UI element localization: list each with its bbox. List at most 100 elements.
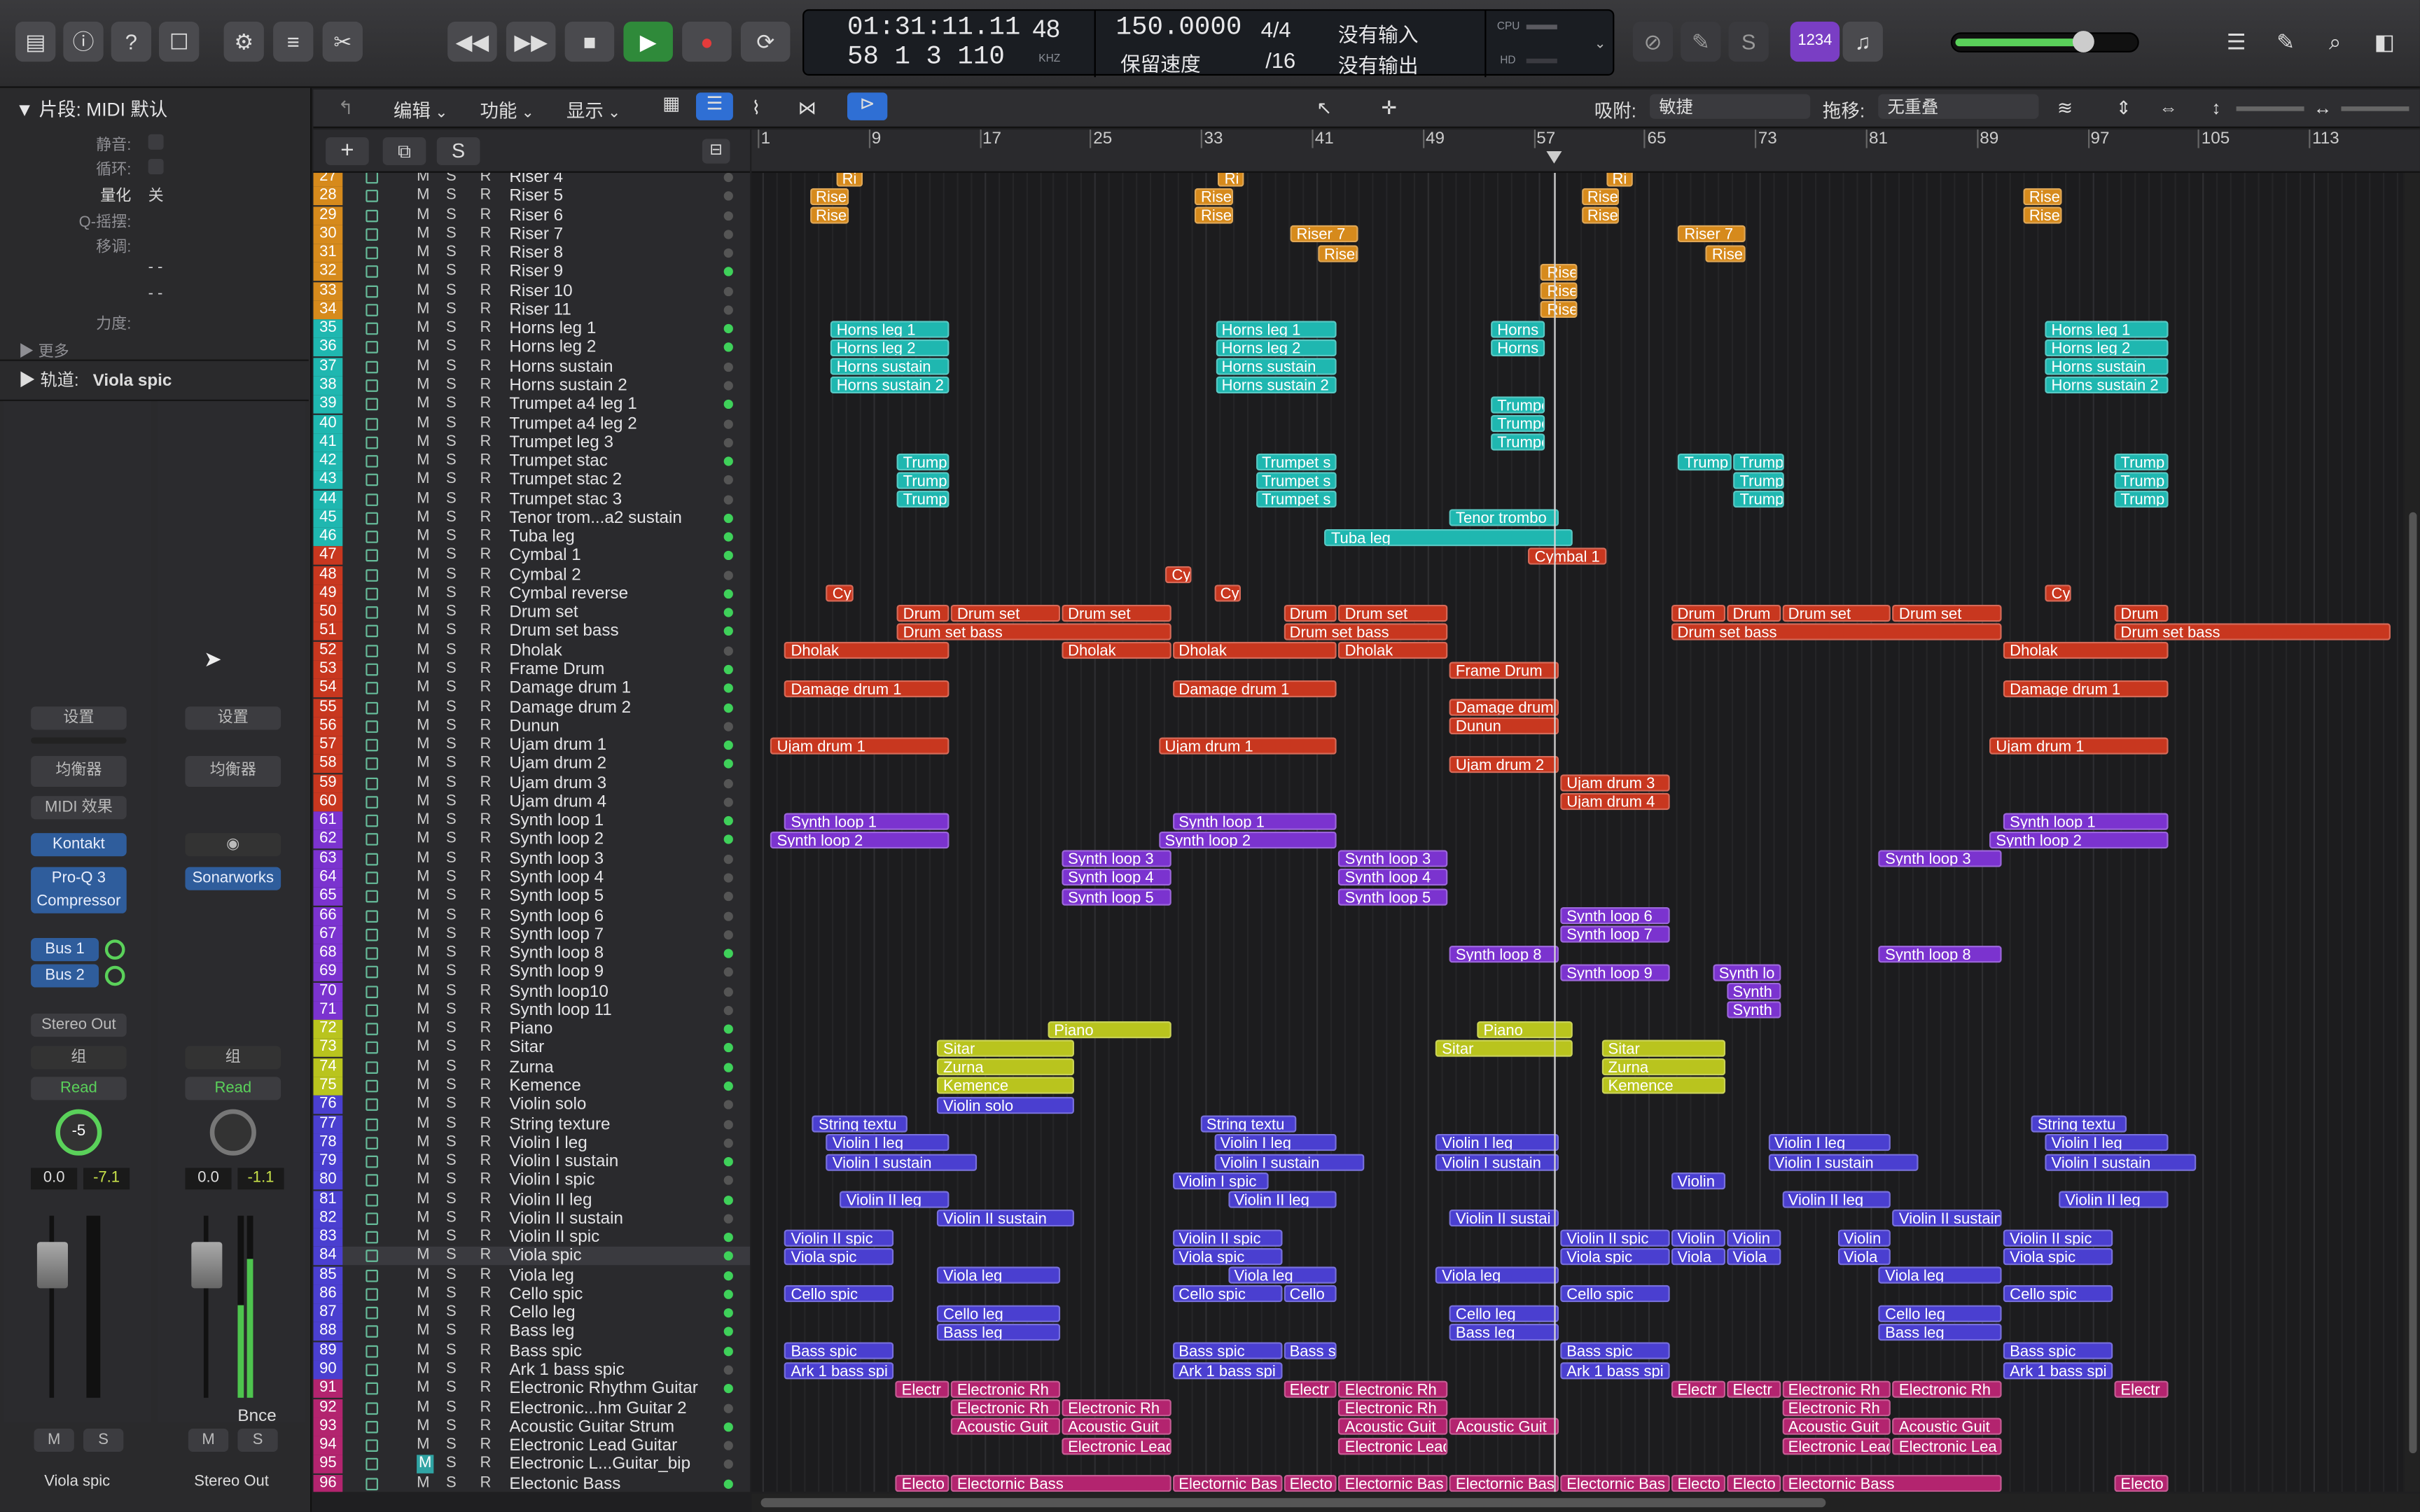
mute-button[interactable]: M bbox=[417, 1077, 429, 1095]
record-enable-button[interactable]: R bbox=[480, 1228, 491, 1247]
solo-button[interactable]: S bbox=[446, 1001, 457, 1019]
help-icon[interactable]: ? bbox=[111, 21, 151, 62]
solo-button[interactable]: S bbox=[446, 641, 457, 659]
inspector-row-value[interactable]: - - bbox=[148, 286, 163, 302]
inspector-row-value[interactable]: - - bbox=[148, 259, 163, 276]
track-row[interactable]: 78 M S R Violin I leg bbox=[313, 1133, 750, 1152]
region[interactable]: Ark 1 bass spi bbox=[1172, 1362, 1282, 1379]
mute-button[interactable]: M bbox=[417, 490, 429, 508]
region[interactable]: Drum set bass bbox=[896, 623, 1171, 640]
solo-button[interactable]: S bbox=[446, 1096, 457, 1114]
region[interactable]: Drum set bbox=[951, 604, 1061, 622]
mute-button[interactable]: M bbox=[417, 1247, 429, 1266]
region[interactable]: Electo bbox=[2114, 1475, 2169, 1492]
region[interactable]: Bass spic bbox=[1172, 1342, 1282, 1360]
track-row[interactable]: 89 M S R Bass spic bbox=[313, 1341, 750, 1361]
region[interactable]: String textu bbox=[812, 1115, 908, 1133]
mute-button[interactable]: M bbox=[417, 1191, 429, 1209]
track-row[interactable]: 64 M S R Synth loop 4 bbox=[313, 868, 750, 888]
region[interactable]: Synth loop 9 bbox=[1560, 964, 1670, 981]
region[interactable]: Sitar bbox=[937, 1040, 1074, 1057]
region[interactable]: Cy bbox=[826, 585, 854, 603]
region[interactable]: Electornic Bas bbox=[1560, 1475, 1670, 1492]
stop-icon[interactable]: ■ bbox=[564, 21, 615, 62]
track-row[interactable]: 50 M S R Drum set bbox=[313, 603, 750, 622]
region[interactable]: Synth bbox=[1726, 1002, 1781, 1019]
region[interactable]: Trump bbox=[2114, 491, 2169, 508]
mute-button[interactable]: M bbox=[417, 1133, 429, 1152]
region[interactable]: Electronic Lead G bbox=[1338, 1437, 1448, 1455]
record-enable-button[interactable]: R bbox=[480, 1361, 491, 1379]
region[interactable]: Viola leg bbox=[1435, 1266, 1559, 1284]
note-pad-icon[interactable]: ✎ bbox=[2265, 22, 2305, 62]
link-icon[interactable]: ◉ bbox=[185, 833, 281, 857]
mute-button[interactable]: M bbox=[417, 603, 429, 622]
region[interactable]: Violin II spic bbox=[2003, 1228, 2113, 1246]
solo-button[interactable]: S bbox=[446, 173, 457, 187]
track-row[interactable]: 51 M S R Drum set bass bbox=[313, 622, 750, 641]
fit-vertical-icon[interactable]: ⇕ bbox=[2116, 97, 2132, 119]
region-inspector-title[interactable]: ▼ 片段: MIDI 默认 bbox=[15, 96, 167, 122]
record-enable-button[interactable]: R bbox=[480, 869, 491, 887]
region[interactable]: Violin II sustain bbox=[937, 1210, 1074, 1227]
track-row[interactable]: 84 M S R Viola spic bbox=[313, 1247, 751, 1266]
region[interactable]: Synth loop 1 bbox=[2003, 812, 2169, 830]
lcd-menu-chevron-icon[interactable]: ⌄ bbox=[1594, 36, 1606, 52]
region[interactable]: Sitar bbox=[1435, 1040, 1573, 1057]
solo-button[interactable]: S bbox=[446, 622, 457, 640]
send-1-knob[interactable] bbox=[104, 939, 125, 960]
solo-button[interactable]: S bbox=[446, 1436, 457, 1455]
mute-button[interactable]: M bbox=[417, 187, 429, 205]
solo-button[interactable]: S bbox=[446, 660, 457, 678]
region[interactable]: Ark 1 bass spi bbox=[1560, 1362, 1670, 1379]
record-enable-button[interactable]: R bbox=[480, 1077, 491, 1095]
mute-button[interactable]: M bbox=[417, 584, 429, 603]
region[interactable]: Cello leg bbox=[937, 1304, 1061, 1322]
mute-button[interactable]: M bbox=[417, 831, 429, 849]
record-enable-button[interactable]: R bbox=[480, 793, 491, 811]
solo-button[interactable]: S bbox=[446, 755, 457, 774]
solo-button[interactable]: S bbox=[446, 509, 457, 527]
volume-fader[interactable] bbox=[36, 1242, 68, 1289]
region[interactable]: Horns leg 2 bbox=[1215, 339, 1337, 356]
region[interactable]: Electo bbox=[1671, 1475, 1725, 1492]
region[interactable]: Dholak bbox=[1338, 642, 1448, 659]
play-icon[interactable]: ▶ bbox=[623, 21, 673, 62]
record-enable-button[interactable]: R bbox=[480, 736, 491, 755]
solo-button[interactable]: S bbox=[446, 1039, 457, 1057]
solo-button[interactable]: S bbox=[446, 452, 457, 470]
pan-knob[interactable] bbox=[209, 1109, 256, 1156]
global-solo-button[interactable]: S bbox=[436, 137, 480, 165]
track-row[interactable]: 34 M S R Riser 11 bbox=[313, 300, 750, 319]
record-enable-button[interactable]: R bbox=[480, 584, 491, 603]
region[interactable]: Cello spic bbox=[1560, 1285, 1670, 1303]
region[interactable]: Drum set bass bbox=[2114, 623, 2391, 640]
record-enable-button[interactable]: R bbox=[480, 622, 491, 640]
send-bus-2[interactable]: Bus 2 bbox=[31, 964, 99, 988]
region[interactable]: Drum bbox=[1283, 604, 1337, 622]
record-enable-button[interactable]: R bbox=[480, 1380, 491, 1398]
solo-button[interactable]: S bbox=[446, 584, 457, 603]
mute-button[interactable]: M bbox=[417, 396, 429, 414]
record-enable-button[interactable]: R bbox=[480, 358, 491, 376]
region[interactable]: Bass spic bbox=[1560, 1342, 1670, 1360]
drag-select[interactable]: 无重叠 bbox=[1878, 94, 2039, 119]
mute-button[interactable]: M bbox=[417, 1342, 429, 1360]
mute-button[interactable]: M bbox=[417, 698, 429, 716]
track-row[interactable]: 67 M S R Synth loop 7 bbox=[313, 925, 750, 944]
record-enable-button[interactable]: R bbox=[480, 528, 491, 546]
region[interactable]: Electronic Lead bbox=[1781, 1437, 1891, 1455]
mute-button[interactable]: M bbox=[417, 1171, 429, 1189]
secondary-tool-icon[interactable]: ✛ bbox=[1382, 97, 1397, 119]
track-row[interactable]: 86 M S R Cello spic bbox=[313, 1284, 750, 1304]
region[interactable]: Violin II spic bbox=[1172, 1228, 1282, 1246]
track-row[interactable]: 74 M S R Zurna bbox=[313, 1058, 750, 1077]
automation-icon[interactable]: ⌇ bbox=[751, 97, 760, 119]
mute-button[interactable]: M bbox=[417, 433, 429, 451]
mixer-icon[interactable]: ≡ bbox=[273, 21, 314, 62]
record-enable-button[interactable]: R bbox=[480, 1418, 491, 1436]
mute-button[interactable]: M bbox=[417, 944, 429, 962]
region[interactable]: Synth loop 4 bbox=[1062, 869, 1171, 887]
send-bus-1[interactable]: Bus 1 bbox=[31, 938, 99, 962]
solo-button[interactable]: S bbox=[446, 925, 457, 944]
